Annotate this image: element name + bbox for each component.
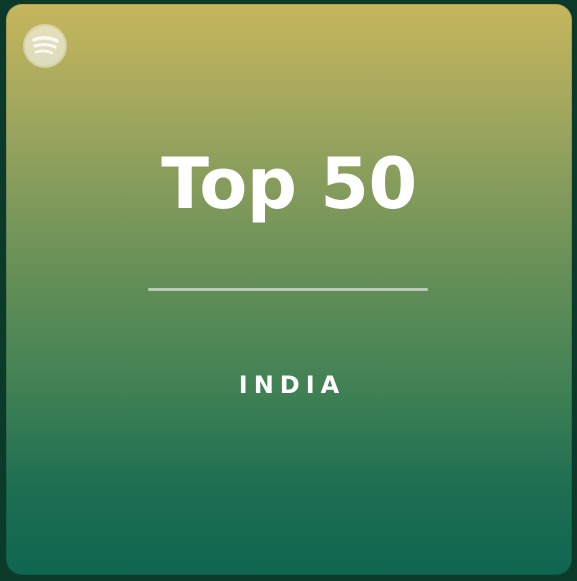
- spotify-icon: [23, 24, 67, 68]
- window-frame: Top 50 INDIA: [0, 0, 577, 581]
- cover-subtitle: INDIA: [238, 371, 346, 399]
- cover-title: Top 50: [161, 143, 417, 225]
- cover-divider: [148, 288, 428, 291]
- playlist-cover[interactable]: Top 50 INDIA: [6, 4, 572, 575]
